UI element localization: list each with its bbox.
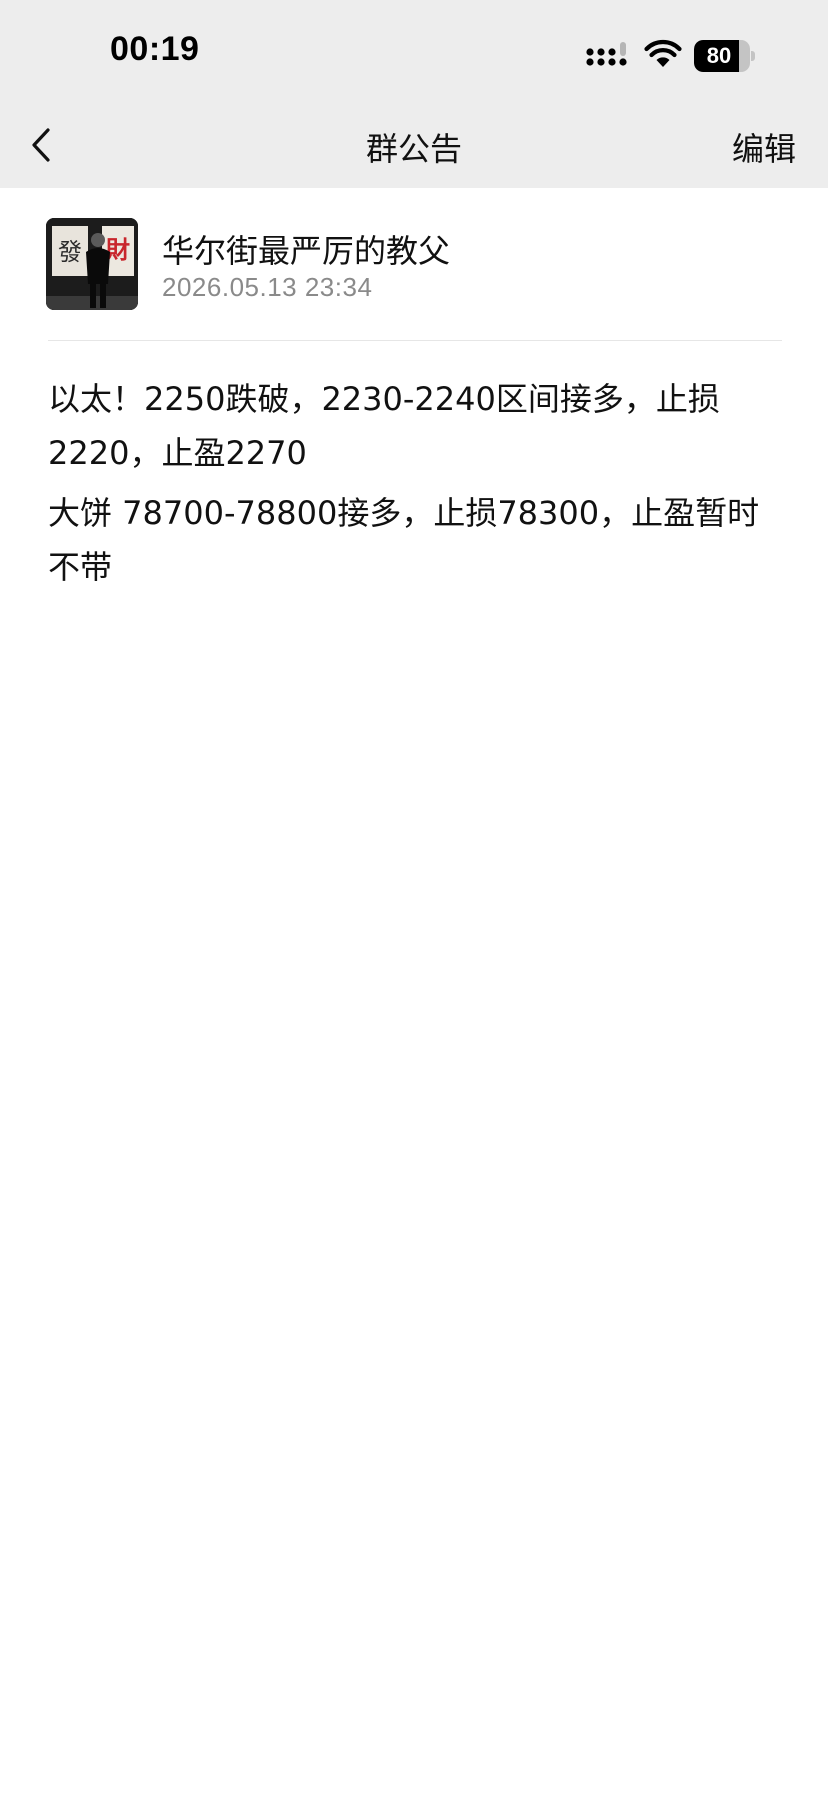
avatar-char-fa: 發 — [58, 238, 82, 266]
announcement-content: 以太！2250跌破，2230-2240区间接多，止损2220，止盈2270 大饼… — [48, 372, 782, 600]
wifi-icon — [644, 39, 682, 67]
announcement-screen: 00:19 80 群公告 编辑 發 財 华尔街最严厉的教父 2026.05.13… — [0, 0, 828, 1795]
avatar[interactable]: 發 財 — [46, 218, 138, 310]
post-timestamp: 2026.05.13 23:34 — [162, 272, 373, 302]
avatar-image: 發 財 — [46, 218, 138, 310]
announcement-paragraph: 以太！2250跌破，2230-2240区间接多，止损2220，止盈2270 — [48, 380, 720, 472]
divider — [48, 340, 782, 341]
announcement-paragraph: 大饼 78700-78800接多，止损78300，止盈暂时不带 — [48, 494, 760, 586]
cellular-signal-icon — [586, 42, 627, 66]
page-title: 群公告 — [365, 130, 462, 168]
header-area: 00:19 80 群公告 编辑 — [0, 0, 828, 188]
battery-level: 80 — [706, 43, 732, 68]
edit-button[interactable]: 编辑 — [732, 124, 796, 170]
avatar-char-cai: 財 — [106, 235, 130, 264]
battery-icon: 80 — [694, 40, 755, 72]
status-time: 00:19 — [110, 30, 200, 68]
author-name: 华尔街最严厉的教父 — [162, 232, 451, 270]
